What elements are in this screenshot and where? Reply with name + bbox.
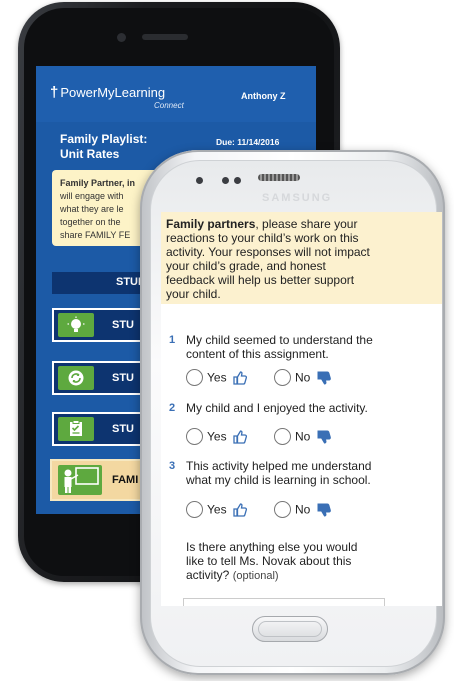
open-question-text: like to tell Ms. Novak about this (186, 554, 352, 568)
speaker-grille (142, 34, 188, 40)
note-line: Family Partner, in (60, 178, 136, 188)
no-option[interactable]: No (274, 428, 331, 446)
open-question-text: activity? (optional) (186, 568, 279, 582)
person-logo-icon: † (50, 84, 59, 101)
optional-label: (optional) (232, 570, 279, 582)
note-line: will engage with (60, 191, 124, 201)
feedback-textarea[interactable] (183, 598, 385, 606)
no-radio[interactable] (274, 501, 291, 518)
intro-line: reactions to your child’s work on this (166, 231, 359, 245)
thumbs-down-icon (317, 371, 331, 385)
family-teacher-icon (58, 465, 102, 495)
no-radio[interactable] (274, 369, 291, 386)
refresh-icon (58, 366, 94, 390)
camera-icon (196, 177, 203, 184)
question-number: 1 (169, 334, 176, 346)
device-brand: SAMSUNG (262, 192, 333, 204)
activity-label: STU (112, 319, 134, 331)
intro-line: your child’s grade, and honest (166, 259, 326, 273)
app-header: † PowerMyLearning Connect Anthony Z (36, 66, 316, 122)
checklist-icon (58, 417, 94, 441)
question-text: My child and I enjoyed the activity. (186, 401, 368, 415)
note-line: what they are le (60, 204, 124, 214)
intro-line: Family partners, please share your (166, 217, 358, 231)
samsung-screen: Family partners, please share your react… (161, 212, 442, 606)
question-text: My child seemed to understand the (186, 333, 373, 347)
yes-radio[interactable] (186, 428, 203, 445)
question-text: This activity helped me understand (186, 459, 372, 473)
thumbs-up-icon (233, 370, 247, 385)
intro-line: activity. Your responses will not impact (166, 245, 370, 259)
due-date: Due: 11/14/2016 (216, 137, 280, 147)
home-button-outline (258, 621, 322, 637)
activity-label: STU (112, 372, 134, 384)
question-number: 2 (169, 402, 176, 414)
no-option[interactable]: No (274, 501, 331, 519)
user-name[interactable]: Anthony Z (241, 91, 286, 101)
speaker-grille (258, 174, 300, 181)
lightbulb-icon (58, 313, 94, 337)
open-question-text: Is there anything else you would (186, 540, 358, 554)
intro-line: feedback will help us better support (166, 273, 355, 287)
thumbs-down-icon (317, 430, 331, 444)
yes-radio[interactable] (186, 501, 203, 518)
question-text: what my child is learning in school. (186, 473, 371, 487)
thumbs-up-icon (233, 429, 247, 444)
note-line: share FAMILY FE (60, 230, 131, 240)
camera-icon (117, 33, 126, 42)
intro-line: your child. (166, 287, 221, 301)
no-radio[interactable] (274, 428, 291, 445)
question-number: 3 (169, 460, 176, 472)
question-text: content of this assignment. (186, 347, 329, 361)
yes-option[interactable]: Yes (186, 369, 247, 387)
no-option[interactable]: No (274, 369, 331, 387)
brand-logo: † PowerMyLearning (50, 84, 166, 101)
note-line: together on the (60, 217, 121, 227)
yes-radio[interactable] (186, 369, 203, 386)
yes-option[interactable]: Yes (186, 428, 247, 446)
yes-option[interactable]: Yes (186, 501, 247, 519)
family-partner-intro: Family partners, please share your react… (161, 212, 442, 304)
thumbs-up-icon (233, 502, 247, 517)
sensor-icon (234, 177, 241, 184)
activity-label: STU (112, 423, 134, 435)
sensor-icon (222, 177, 229, 184)
thumbs-down-icon (317, 503, 331, 517)
family-activity-label: FAMI (112, 474, 139, 486)
brand-subtitle: Connect (154, 101, 184, 110)
